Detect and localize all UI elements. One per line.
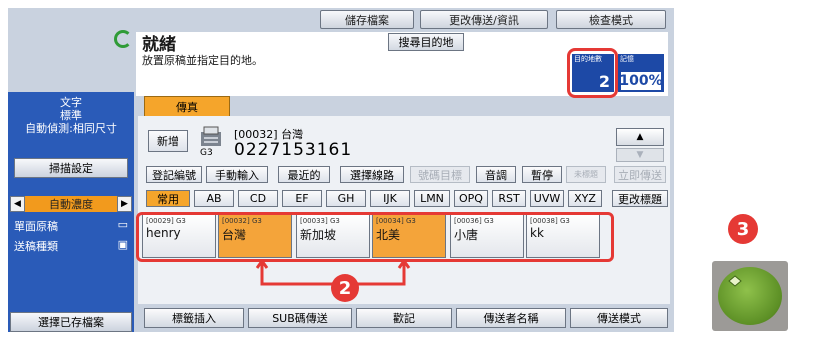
scan-summary-line3: 自動偵測:相同尺寸: [25, 122, 117, 135]
ready-spinner-icon: [114, 30, 132, 48]
recent-button[interactable]: 最近的: [278, 166, 330, 183]
memory-value: 100%: [619, 72, 663, 90]
destination-count-highlight: [567, 48, 618, 98]
scan-summary-line2: 標準: [60, 109, 82, 122]
tab-rst[interactable]: RST: [492, 190, 526, 207]
tab-fax[interactable]: 傳真: [144, 96, 230, 116]
scan-summary[interactable]: 文字 標準 自動偵測:相同尺寸: [10, 94, 132, 154]
tab-ab[interactable]: AB: [194, 190, 234, 207]
memory-label: 記憶: [620, 55, 634, 63]
pause-button[interactable]: 暫停: [522, 166, 562, 183]
step-3-badge: 3: [728, 214, 758, 244]
tab-lmn[interactable]: LMN: [414, 190, 450, 207]
select-saved-file-button[interactable]: 選擇已存檔案: [10, 312, 132, 332]
single-sided-icon: ▭: [117, 218, 128, 231]
status-message: 放置原稿並指定目的地。: [142, 54, 263, 67]
step-2-badge: 2: [331, 274, 359, 302]
select-line-button[interactable]: 選擇線路: [340, 166, 404, 183]
register-number-button[interactable]: 登記編號: [146, 166, 202, 183]
tab-gh[interactable]: GH: [326, 190, 366, 207]
tab-frequent[interactable]: 常用: [146, 190, 190, 207]
tab-ef[interactable]: EF: [282, 190, 322, 207]
start-key-housing: [712, 261, 788, 331]
fax-number: 0227153161: [234, 140, 353, 160]
send-type[interactable]: 送稿種類 ▣: [14, 238, 128, 254]
single-sided-original[interactable]: 單面原稿 ▭: [14, 218, 128, 234]
tab-opq[interactable]: OPQ: [454, 190, 488, 207]
start-diamond-icon: [728, 275, 742, 287]
density-control: ◀ 自動濃度 ▶: [10, 196, 132, 212]
memory-indicator: 記憶 100%: [618, 54, 664, 92]
density-decrease-icon[interactable]: ◀: [10, 196, 25, 212]
insert-label-button[interactable]: 標籤插入: [144, 308, 244, 328]
tab-uvw[interactable]: UVW: [530, 190, 564, 207]
tab-cd[interactable]: CD: [238, 190, 278, 207]
density-value[interactable]: 自動濃度: [25, 196, 117, 212]
transmission-mode-button[interactable]: 傳送模式: [570, 308, 668, 328]
send-type-icon: ▣: [117, 238, 128, 251]
fax-machine-icon: [201, 126, 221, 146]
single-sided-label: 單面原稿: [14, 220, 58, 233]
device-panel: 儲存檔案 更改傳送/資訊 檢查模式 就緒 放置原稿並指定目的地。 搜尋目的地 目…: [8, 8, 674, 332]
tab-xyz[interactable]: XYZ: [568, 190, 602, 207]
change-title-button[interactable]: 更改標題: [612, 190, 668, 207]
scroll-up-icon[interactable]: ▲: [616, 128, 664, 146]
start-button[interactable]: [718, 267, 782, 325]
sender-name-button[interactable]: 傳送者名稱: [456, 308, 566, 328]
new-destination-button[interactable]: 新增: [148, 130, 188, 152]
tone-button[interactable]: 音調: [476, 166, 516, 183]
search-destination-button[interactable]: 搜尋目的地: [388, 33, 464, 51]
send-now-button[interactable]: 立即傳送: [614, 166, 666, 183]
number-target-button[interactable]: 號碼目標: [410, 166, 470, 183]
manual-input-button[interactable]: 手動輸入: [206, 166, 268, 183]
line-type: G3: [200, 148, 213, 158]
destination-cards-highlight: [136, 212, 614, 262]
send-type-label: 送稿種類: [14, 240, 58, 253]
check-mode-button[interactable]: 檢查模式: [556, 10, 666, 29]
left-settings-panel: 文字 標準 自動偵測:相同尺寸 掃描設定 ◀ 自動濃度 ▶ 單面原稿 ▭ 送稿種…: [8, 92, 134, 332]
scan-summary-line1: 文字: [60, 96, 82, 109]
register-button[interactable]: 歡記: [356, 308, 452, 328]
sub-code-send-button[interactable]: SUB碼傳送: [248, 308, 352, 328]
density-increase-icon[interactable]: ▶: [117, 196, 132, 212]
untitled-button[interactable]: 未標題: [566, 166, 606, 183]
save-file-button[interactable]: 儲存檔案: [320, 10, 414, 29]
tab-ijk[interactable]: IJK: [370, 190, 410, 207]
change-info-button[interactable]: 更改傳送/資訊: [420, 10, 548, 29]
scroll-down-icon[interactable]: ▼: [616, 148, 664, 162]
scan-settings-button[interactable]: 掃描設定: [14, 158, 128, 178]
